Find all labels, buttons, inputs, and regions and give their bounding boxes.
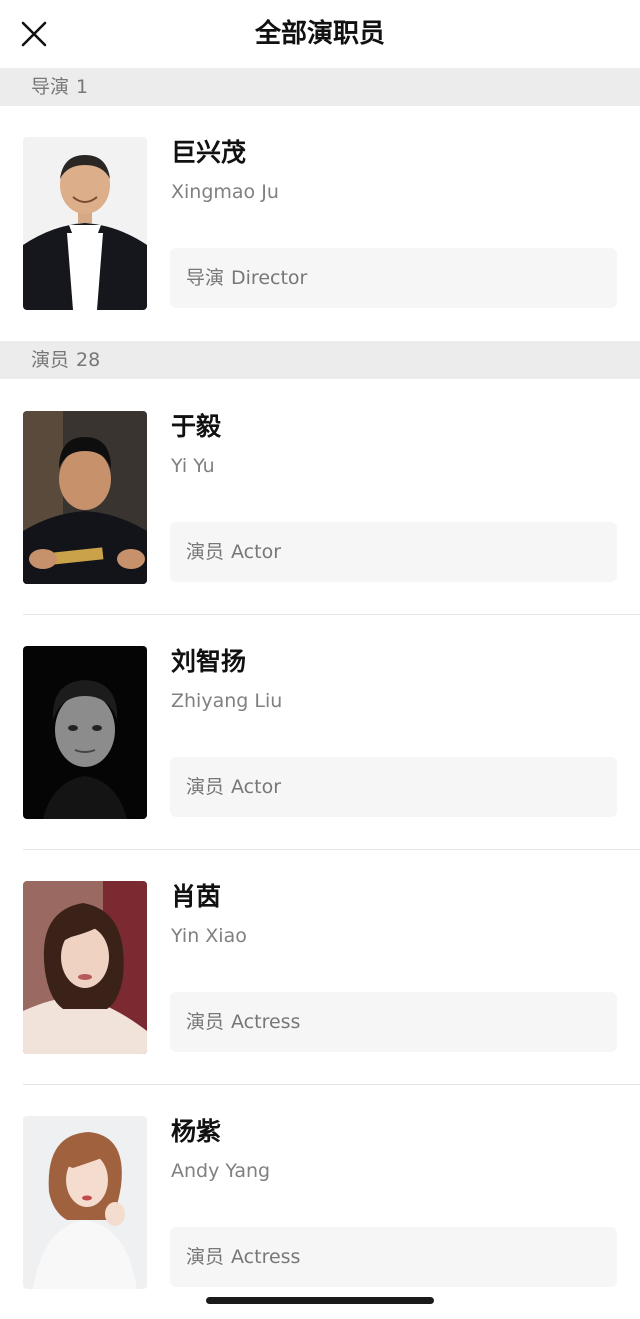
person-photo[interactable] — [23, 411, 147, 584]
person-name: 刘智扬 — [171, 647, 247, 676]
page-title: 全部演职员 — [254, 19, 385, 49]
role-en: Actress — [231, 1246, 301, 1268]
person-role[interactable]: 演员 Actress — [170, 992, 617, 1052]
person-name: 巨兴茂 — [171, 138, 247, 167]
section-count: 1 — [76, 76, 89, 98]
person-role[interactable]: 导演 Director — [170, 248, 617, 308]
person-row[interactable]: 巨兴茂 Xingmao Ju 导演 Director — [0, 106, 640, 340]
role-en: Actor — [231, 776, 282, 798]
role-cn: 演员 — [186, 1246, 225, 1268]
person-photo[interactable] — [23, 881, 147, 1054]
person-name: 于毅 — [171, 412, 222, 441]
section-header-actors: 演员 28 — [0, 341, 640, 379]
person-photo[interactable] — [23, 646, 147, 819]
role-cn: 演员 — [186, 1011, 225, 1033]
person-role[interactable]: 演员 Actor — [170, 522, 617, 582]
person-name-en: Yi Yu — [171, 455, 215, 477]
nav-bar: 全部演职员 — [0, 0, 640, 68]
home-indicator[interactable] — [206, 1297, 434, 1304]
person-name-en: Yin Xiao — [171, 925, 247, 947]
person-role[interactable]: 演员 Actor — [170, 757, 617, 817]
section-label: 演员 — [31, 349, 70, 371]
role-en: Director — [231, 267, 308, 289]
person-row[interactable]: 于毅 Yi Yu 演员 Actor — [0, 380, 640, 614]
person-photo[interactable] — [23, 1116, 147, 1289]
section-count: 28 — [76, 349, 101, 371]
person-name: 杨紫 — [171, 1117, 222, 1146]
person-name-en: Andy Yang — [171, 1160, 271, 1182]
role-cn: 演员 — [186, 776, 225, 798]
role-en: Actor — [231, 541, 282, 563]
person-name-en: Xingmao Ju — [171, 181, 279, 203]
section-header-directors: 导演 1 — [0, 68, 640, 106]
person-role[interactable]: 演员 Actress — [170, 1227, 617, 1287]
section-label: 导演 — [31, 76, 70, 98]
person-name: 肖茵 — [171, 882, 222, 911]
role-cn: 导演 — [186, 267, 225, 289]
person-row[interactable]: 杨紫 Andy Yang 演员 Actress — [0, 1085, 640, 1319]
person-photo[interactable] — [23, 137, 147, 310]
role-en: Actress — [231, 1011, 301, 1033]
person-row[interactable]: 刘智扬 Zhiyang Liu 演员 Actor — [0, 615, 640, 849]
person-row[interactable]: 肖茵 Yin Xiao 演员 Actress — [0, 850, 640, 1084]
role-cn: 演员 — [186, 541, 225, 563]
person-name-en: Zhiyang Liu — [171, 690, 283, 712]
